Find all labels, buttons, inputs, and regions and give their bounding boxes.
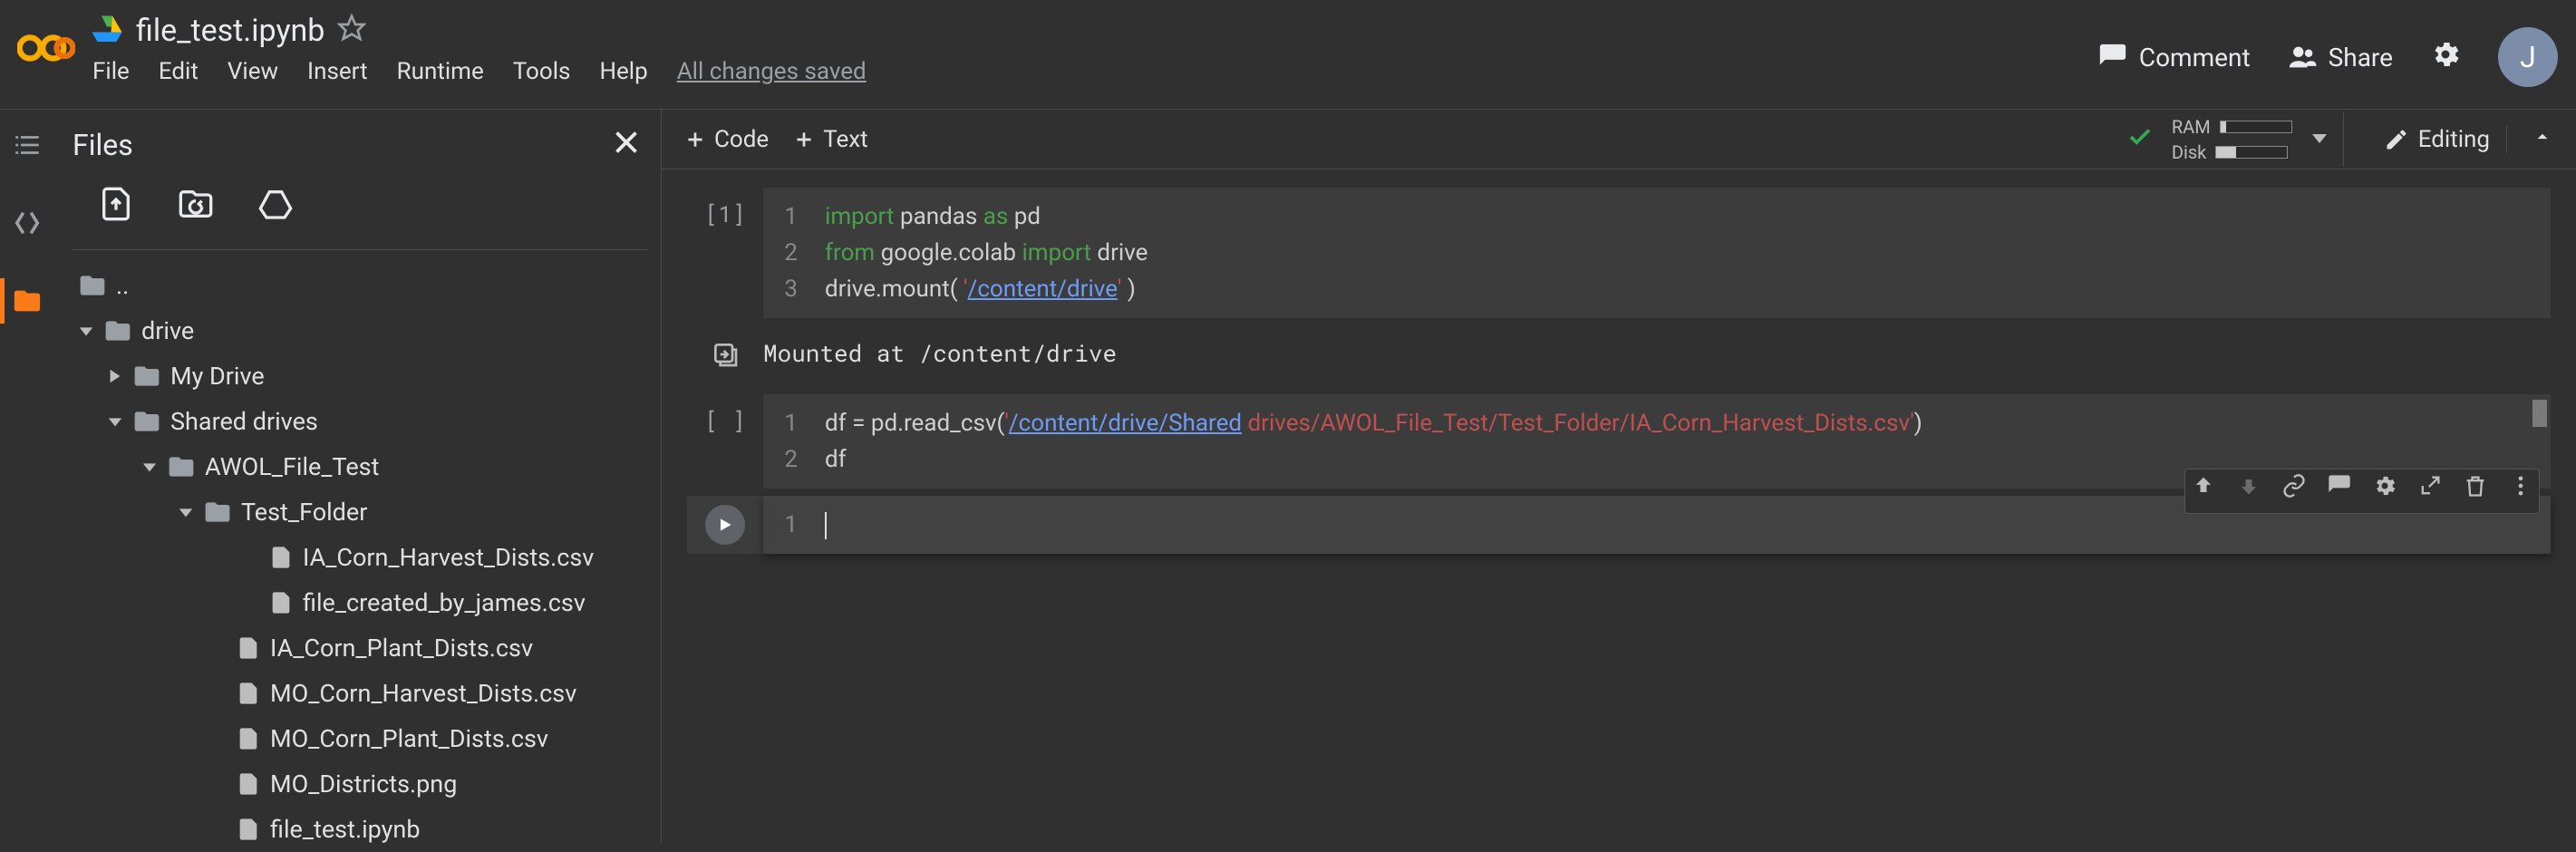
- notebook-area: Code Text RAM Disk Editing [1]: [662, 110, 2576, 843]
- files-panel-title: Files: [73, 128, 133, 162]
- move-down-icon: [2236, 473, 2261, 509]
- collapse-header-button[interactable]: [2531, 125, 2554, 154]
- disk-meter: [2215, 146, 2288, 159]
- files-icon[interactable]: [12, 286, 43, 322]
- tree-file-moharv[interactable]: MO_Corn_Harvest_Dists.csv: [73, 671, 648, 716]
- code-input[interactable]: 1: [763, 496, 2551, 554]
- code-input[interactable]: 1import pandas as pd 2from google.colab …: [763, 188, 2551, 318]
- cell-toolbar: [2184, 469, 2540, 514]
- save-status[interactable]: All changes saved: [677, 58, 867, 85]
- tree-testfolder[interactable]: Test_Folder: [73, 489, 648, 535]
- tree-drive[interactable]: drive: [73, 308, 648, 353]
- notebook-filename[interactable]: file_test.ipynb: [136, 13, 324, 49]
- check-icon: [2126, 123, 2154, 156]
- disk-label: Disk: [2172, 141, 2206, 163]
- colab-logo[interactable]: [15, 16, 78, 80]
- code-cell[interactable]: [1] 1import pandas as pd 2from google.co…: [687, 188, 2551, 318]
- chevron-down-icon[interactable]: [2310, 127, 2329, 152]
- menu-tools[interactable]: Tools: [513, 58, 571, 85]
- add-code-button[interactable]: Code: [683, 126, 769, 153]
- menu-insert[interactable]: Insert: [307, 58, 368, 85]
- menu-edit[interactable]: Edit: [159, 58, 199, 85]
- mount-drive-icon[interactable]: [257, 186, 294, 228]
- tree-mydrive[interactable]: My Drive: [73, 353, 648, 399]
- add-comment-icon[interactable]: [2327, 473, 2352, 509]
- tree-file-james[interactable]: file_created_by_james.csv: [73, 580, 648, 625]
- cell-output: Mounted at /content/drive: [687, 325, 2551, 394]
- menu-view[interactable]: View: [228, 58, 278, 85]
- comment-button[interactable]: Comment: [2097, 42, 2251, 73]
- tree-up[interactable]: ..: [73, 263, 648, 308]
- output-text: Mounted at /content/drive: [763, 338, 1117, 374]
- menu-bar: File Edit View Insert Runtime Tools Help…: [91, 53, 2097, 94]
- ram-label: RAM: [2172, 116, 2211, 138]
- close-icon[interactable]: [610, 126, 643, 164]
- tree-file-plant[interactable]: IA_Corn_Plant_Dists.csv: [73, 625, 648, 671]
- settings-button[interactable]: [2429, 38, 2462, 76]
- star-icon[interactable]: [337, 14, 366, 48]
- ram-meter: [2220, 121, 2292, 133]
- refresh-icon[interactable]: [178, 186, 214, 228]
- avatar[interactable]: J: [2498, 27, 2558, 87]
- toc-icon[interactable]: [12, 130, 43, 166]
- cell-settings-icon[interactable]: [2372, 473, 2397, 509]
- tree-file-png[interactable]: MO_Districts.png: [73, 761, 648, 807]
- files-panel: Files .. drive My Drive Shared drives AW…: [54, 110, 662, 843]
- left-rail: [0, 110, 54, 843]
- code-cell-active[interactable]: 1: [687, 496, 2551, 554]
- editing-mode-button[interactable]: Editing: [2368, 126, 2507, 153]
- tree-shared[interactable]: Shared drives: [73, 399, 648, 444]
- share-button[interactable]: Share: [2287, 42, 2393, 73]
- tree-file-harvest[interactable]: IA_Corn_Harvest_Dists.csv: [73, 535, 648, 580]
- header: file_test.ipynb File Edit View Insert Ru…: [0, 0, 2576, 109]
- cell-exec-count: [ ]: [687, 394, 763, 489]
- more-icon[interactable]: [2508, 473, 2533, 509]
- tree-awol[interactable]: AWOL_File_Test: [73, 444, 648, 489]
- output-icon[interactable]: [711, 340, 740, 374]
- menu-help[interactable]: Help: [599, 58, 647, 85]
- tree-file-nb[interactable]: file_test.ipynb: [73, 807, 648, 852]
- tree-file-moplant[interactable]: MO_Corn_Plant_Dists.csv: [73, 716, 648, 761]
- file-tree: .. drive My Drive Shared drives AWOL_Fil…: [73, 263, 648, 852]
- delete-cell-icon[interactable]: [2463, 473, 2488, 509]
- menu-runtime[interactable]: Runtime: [397, 58, 484, 85]
- menu-file[interactable]: File: [92, 58, 130, 85]
- link-icon[interactable]: [2281, 473, 2307, 509]
- drive-icon: [91, 12, 123, 50]
- comment-label: Comment: [2139, 43, 2251, 73]
- notebook-toolbar: Code Text RAM Disk Editing: [662, 110, 2576, 169]
- mirror-in-tab-icon[interactable]: [2417, 473, 2443, 509]
- share-label: Share: [2329, 43, 2393, 73]
- connection-status[interactable]: RAM Disk: [2112, 112, 2344, 167]
- snippets-icon[interactable]: [12, 208, 43, 244]
- add-text-button[interactable]: Text: [792, 126, 867, 153]
- run-cell-button[interactable]: [705, 505, 745, 545]
- cell-exec-count: [1]: [687, 188, 763, 318]
- move-up-icon[interactable]: [2191, 473, 2216, 509]
- upload-icon[interactable]: [98, 186, 134, 228]
